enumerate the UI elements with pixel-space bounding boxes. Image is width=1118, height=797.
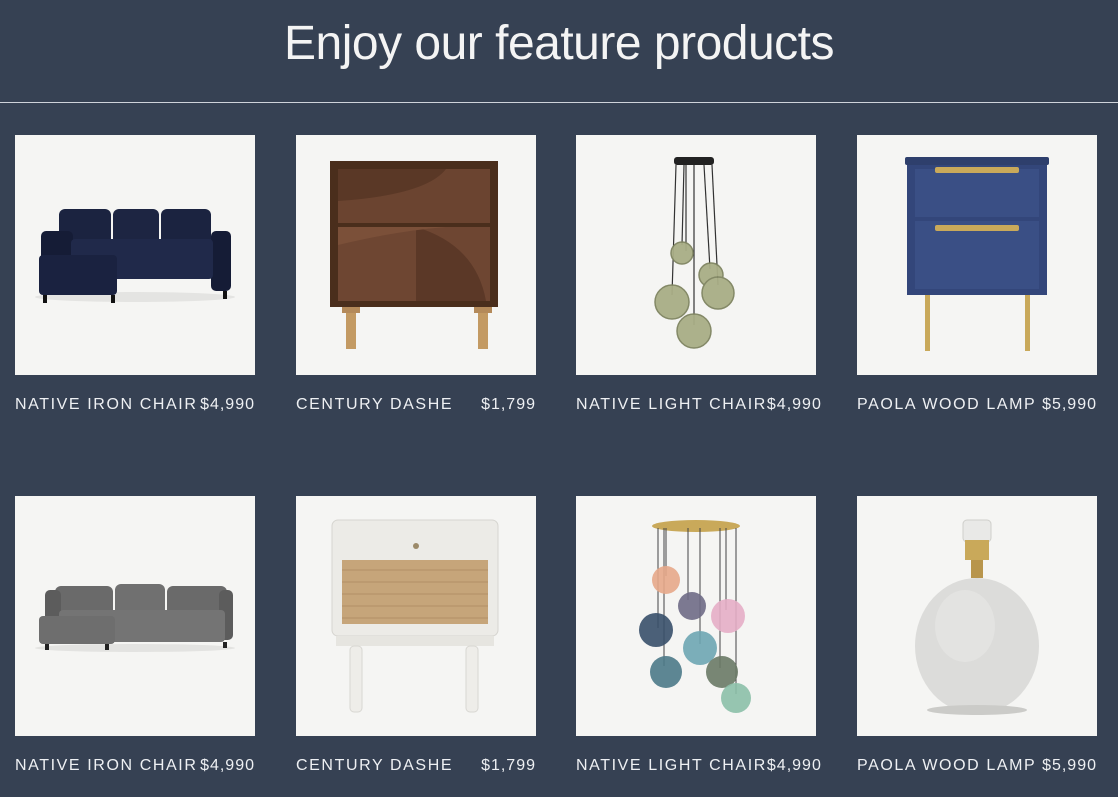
product-card[interactable]: NATIVE IRON CHAIR $4,990 [15,496,255,775]
product-card[interactable]: PAOLA WOOD LAMP $5,990 [857,135,1097,414]
product-price: $1,799 [481,757,536,774]
product-price: $1,799 [481,396,536,413]
navy-sofa-image[interactable] [15,135,255,375]
title-divider [0,102,1118,103]
product-price: $4,990 [200,396,255,413]
product-name[interactable]: PAOLA WOOD LAMP [857,757,1036,775]
product-price: $4,990 [200,757,255,774]
product-name[interactable]: NATIVE IRON CHAIR [15,396,197,414]
product-name[interactable]: NATIVE IRON CHAIR [15,757,197,775]
product-price: $5,990 [1042,396,1097,413]
stone-lamp-base-image[interactable] [857,496,1097,736]
blue-nightstand-image[interactable] [857,135,1097,375]
product-name[interactable]: CENTURY DASHE [296,396,453,414]
multicolor-pendant-light-image[interactable] [576,496,816,736]
rattan-side-table-image[interactable] [296,496,536,736]
product-card[interactable]: CENTURY DASHE $1,799 [296,496,536,775]
product-card[interactable]: CENTURY DASHE $1,799 [296,135,536,414]
product-card[interactable]: NATIVE LIGHT CHAIR $4,990 [576,135,821,414]
product-card[interactable]: NATIVE LIGHT CHAIR $4,990 [576,496,821,775]
glass-pendant-light-image[interactable] [576,135,816,375]
product-price: $4,990 [766,396,822,413]
product-price: $4,990 [766,757,822,774]
section-title: Enjoy our feature products [284,17,835,70]
product-card[interactable]: PAOLA WOOD LAMP $5,990 [857,496,1097,775]
product-name[interactable]: NATIVE LIGHT CHAIR [576,757,767,775]
product-name[interactable]: CENTURY DASHE [296,757,453,775]
product-name[interactable]: NATIVE LIGHT CHAIR [576,396,767,414]
product-price: $5,990 [1042,757,1097,774]
product-card[interactable]: NATIVE IRON CHAIR $4,990 [15,135,255,414]
grey-sofa-image[interactable] [15,496,255,736]
walnut-nightstand-image[interactable] [296,135,536,375]
product-name[interactable]: PAOLA WOOD LAMP [857,396,1036,414]
